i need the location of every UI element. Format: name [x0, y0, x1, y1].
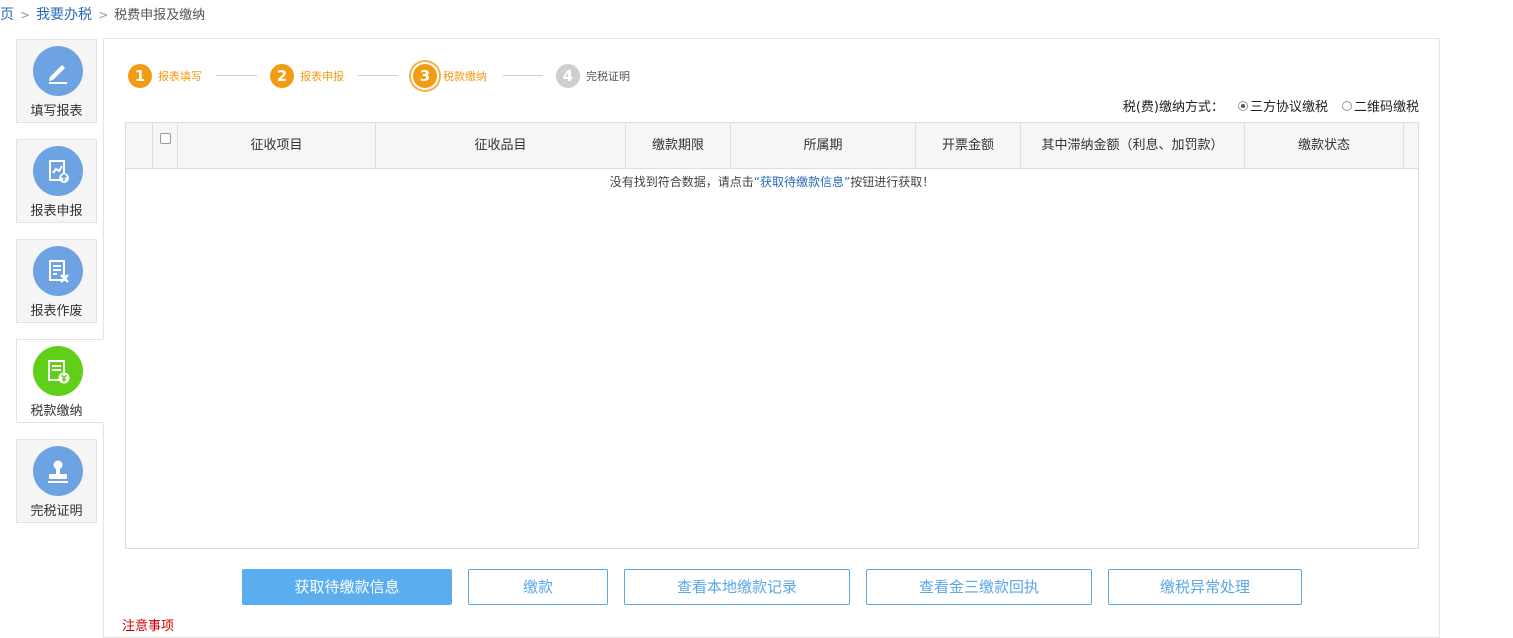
nav-item-fill-report[interactable]: 填写报表: [16, 39, 97, 123]
radio-three-party[interactable]: [1237, 100, 1248, 111]
radio-label-qrcode[interactable]: 二维码缴税: [1354, 96, 1419, 115]
fetch-pending-button[interactable]: 获取待缴款信息: [242, 569, 452, 605]
nav-item-tax-certificate[interactable]: 完税证明: [16, 439, 97, 523]
tax-payment-icon: [33, 346, 83, 396]
breadcrumb-section[interactable]: 我要办税: [36, 7, 92, 23]
table-header: 征收项目 征收品目 缴款期限 所属期 开票金额 其中滞纳金额（利息、加罚款） 缴…: [126, 123, 1418, 169]
step-connector: [216, 75, 257, 76]
local-records-button[interactable]: 查看本地缴款记录: [624, 569, 850, 605]
breadcrumb-current: 税费申报及缴纳: [114, 8, 206, 23]
column-header: 缴款状态: [1244, 123, 1403, 168]
column-header: 所属期: [730, 123, 915, 168]
step-number: 2: [270, 64, 294, 88]
nav-label: 报表申报: [30, 204, 83, 219]
step-label: 税款缴纳: [443, 70, 487, 83]
empty-message-suffix: 按钮进行获取！: [850, 175, 935, 189]
step-2: 2 报表申报: [270, 63, 344, 89]
column-header: 其中滞纳金额（利息、加罚款）: [1020, 123, 1244, 168]
nav-label: 报表作废: [30, 304, 83, 319]
step-label: 报表申报: [300, 70, 344, 83]
pencil-icon: [33, 46, 83, 96]
radio-label-three-party[interactable]: 三方协议缴税: [1250, 96, 1328, 115]
select-all-cell: [152, 123, 177, 168]
scroll-gutter: [1403, 123, 1418, 168]
step-label: 完税证明: [586, 70, 630, 83]
column-header: 征收品目: [375, 123, 625, 168]
column-header: 缴款期限: [625, 123, 730, 168]
nav-label: 完税证明: [30, 504, 83, 519]
report-void-icon: [33, 246, 83, 296]
golden-tax-receipt-button[interactable]: 查看金三缴款回执: [866, 569, 1092, 605]
payment-method-label: 税(费)缴纳方式：: [1122, 100, 1224, 115]
step-3: 3 税款缴纳: [413, 63, 487, 89]
chevron-right-icon: >: [20, 8, 31, 22]
breadcrumb-home[interactable]: 页: [0, 7, 14, 23]
step-1: 1 报表填写: [128, 63, 202, 89]
step-number: 4: [556, 64, 580, 88]
empty-message-link[interactable]: “获取待缴款信息”: [754, 175, 850, 189]
column-header: 征收项目: [177, 123, 375, 168]
stamp-icon: [33, 446, 83, 496]
empty-message: 没有找到符合数据，请点击“获取待缴款信息”按钮进行获取！: [126, 173, 1418, 190]
empty-message-prefix: 没有找到符合数据，请点击: [609, 175, 754, 189]
nav-label: 税款缴纳: [30, 404, 83, 419]
notice-title: 注意事项: [122, 619, 175, 634]
step-4: 4 完税证明: [556, 63, 630, 89]
chevron-right-icon: >: [98, 8, 109, 22]
payment-method: 税(费)缴纳方式： 三方协议缴税 二维码缴税: [1123, 96, 1419, 115]
radio-qrcode[interactable]: [1341, 100, 1352, 111]
nav-item-tax-payment[interactable]: 税款缴纳: [16, 339, 104, 423]
step-number: 1: [128, 64, 152, 88]
step-number: 3: [413, 64, 437, 88]
step-connector: [503, 75, 543, 76]
step-connector: [358, 75, 398, 76]
payment-exception-button[interactable]: 缴税异常处理: [1108, 569, 1302, 605]
step-label: 报表填写: [158, 70, 202, 83]
nav-label: 填写报表: [30, 104, 83, 119]
report-upload-icon: [33, 146, 83, 196]
nav-item-submit-report[interactable]: 报表申报: [16, 139, 97, 223]
payment-table: 征收项目 征收品目 缴款期限 所属期 开票金额 其中滞纳金额（利息、加罚款） 缴…: [125, 122, 1419, 549]
select-all-checkbox[interactable]: [160, 133, 171, 144]
pay-button[interactable]: 缴款: [468, 569, 608, 605]
column-header: 开票金额: [915, 123, 1020, 168]
breadcrumb: 页 > 我要办税 > 税费申报及缴纳: [0, 5, 205, 25]
nav-item-void-report[interactable]: 报表作废: [16, 239, 97, 323]
